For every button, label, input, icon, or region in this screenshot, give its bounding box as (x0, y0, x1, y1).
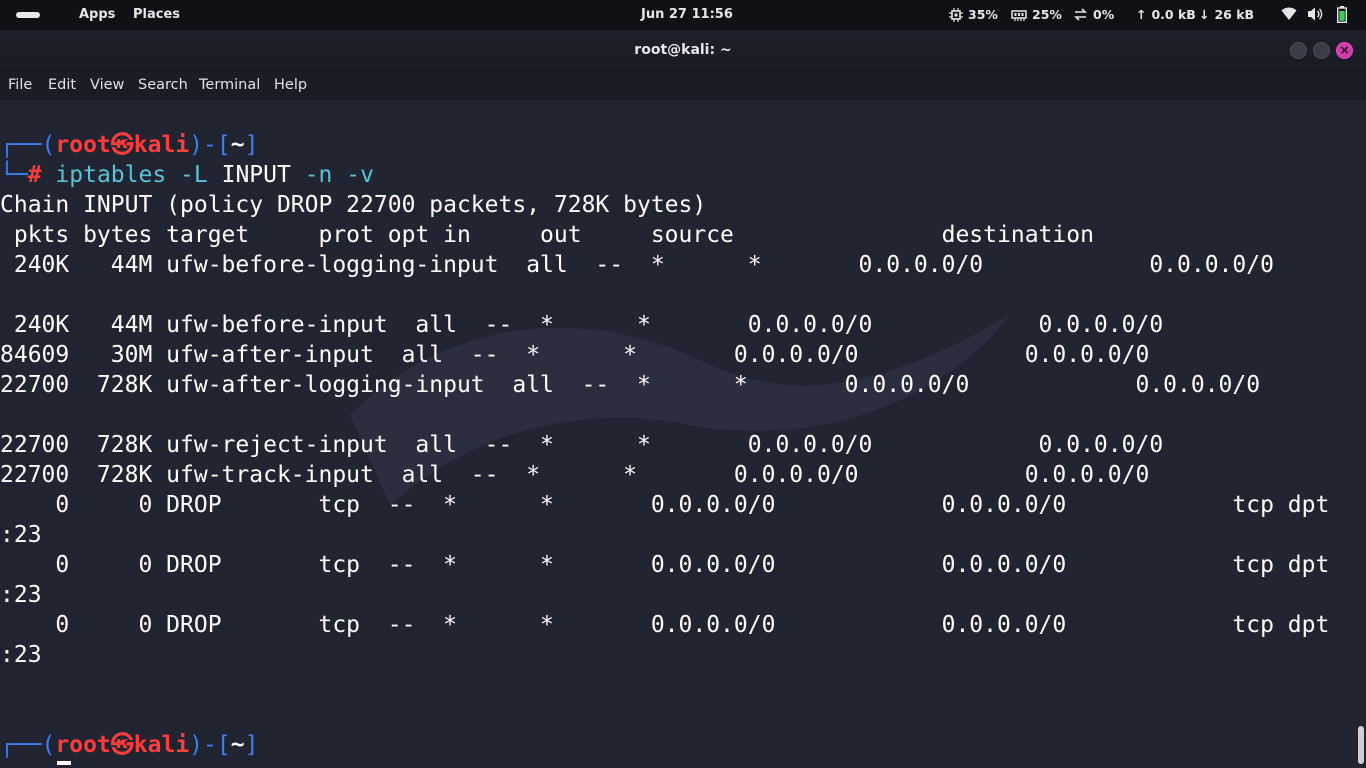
prompt-hash: # (27, 162, 42, 188)
output-line: 22700 728K ufw-track-input all -- * * 0.… (0, 462, 1150, 488)
prompt-box-close: ] (244, 732, 259, 758)
upload-arrow-icon: ↑ (1136, 7, 1147, 22)
prompt-line: ┌──(root㉿kali)-[~] (0, 730, 258, 760)
close-button[interactable]: × (1336, 42, 1353, 59)
memory-value: 25% (1032, 7, 1062, 22)
prompt-box-mid: )-[ (189, 732, 231, 758)
minimize-button[interactable] (1290, 42, 1307, 59)
swap-monitor[interactable]: 0% (1073, 7, 1114, 22)
prompt-cwd: ~ (230, 132, 245, 158)
cpu-icon (949, 7, 963, 22)
menu-bar: File Edit View Search Terminal Help (0, 71, 1366, 100)
download-arrow-icon: ↓ (1199, 7, 1210, 22)
command-name: iptables (55, 162, 167, 188)
terminal-view[interactable]: ┌──(root㉿kali)-[~] └─# iptables -L INPUT… (0, 100, 1366, 768)
output-line: 22700 728K ufw-after-logging-input all -… (0, 372, 1261, 398)
cpu-monitor[interactable]: 35% (949, 7, 998, 22)
prompt-host: kali (133, 732, 190, 758)
output-line: 22700 728K ufw-reject-input all -- * * 0… (0, 432, 1164, 458)
swap-value: 0% (1093, 7, 1115, 22)
menu-terminal[interactable]: Terminal (199, 77, 260, 93)
command-arg-chain: INPUT (221, 162, 291, 188)
output-line: 240K 44M ufw-before-logging-input all --… (0, 252, 1274, 278)
output-line: 0 0 DROP tcp -- * * 0.0.0.0/0 0.0.0.0/0 … (0, 552, 1330, 578)
command-arg-list: -L (166, 162, 222, 188)
prompt-host: kali (133, 132, 190, 158)
cpu-value: 35% (968, 7, 998, 22)
swap-icon (1074, 8, 1087, 21)
top-panel: Apps Places Jun 27 11:56 35% 25% 0% ↑ 0.… (0, 0, 1366, 30)
prompt-cwd: ~ (230, 732, 245, 758)
menu-edit[interactable]: Edit (48, 77, 76, 93)
prompt-box-close: ] (244, 132, 259, 158)
output-line: 84609 30M ufw-after-input all -- * * 0.0… (0, 342, 1150, 368)
prompt-box-mid: )-[ (189, 132, 231, 158)
output-line: :23 (0, 522, 42, 548)
memory-monitor[interactable]: 25% (1011, 7, 1062, 22)
command-arg-flags: -n -v (290, 162, 374, 188)
maximize-button[interactable] (1313, 42, 1330, 59)
download-monitor[interactable]: ↓ 26 kB (1199, 7, 1254, 22)
window-titlebar[interactable]: root@kali: ~ × (0, 30, 1366, 71)
download-value: 26 kB (1214, 7, 1255, 22)
prompt-at-icon: ㉿ (110, 132, 134, 158)
apps-menu[interactable]: Apps (79, 7, 115, 22)
upload-value: 0.0 kB (1151, 7, 1196, 22)
places-menu[interactable]: Places (133, 7, 180, 22)
prompt-at-icon: ㉿ (110, 732, 134, 758)
menu-search[interactable]: Search (138, 77, 188, 93)
output-line: 240K 44M ufw-before-input all -- * * 0.0… (0, 312, 1164, 338)
clock[interactable]: Jun 27 11:56 (641, 7, 733, 22)
output-line: pkts bytes target prot opt in out source… (0, 222, 1094, 248)
output-line: 0 0 DROP tcp -- * * 0.0.0.0/0 0.0.0.0/0 … (0, 612, 1330, 638)
output-line: 0 0 DROP tcp -- * * 0.0.0.0/0 0.0.0.0/0 … (0, 492, 1330, 518)
activities-icon[interactable] (16, 12, 40, 18)
output-line: :23 (0, 642, 42, 668)
prompt-box-open: ┌──( (0, 732, 56, 758)
output-line: :23 (0, 582, 42, 608)
memory-icon (1011, 9, 1027, 21)
battery-icon[interactable] (1337, 6, 1347, 23)
prompt-box-open: ┌──( (0, 132, 56, 158)
prompt-corner: └─ (0, 162, 28, 188)
terminal-scrollbar[interactable] (1358, 726, 1364, 764)
volume-icon[interactable] (1307, 6, 1324, 22)
window-title: root@kali: ~ (634, 42, 732, 58)
output-line: Chain INPUT (policy DROP 22700 packets, … (0, 192, 707, 218)
prompt-line: ┌──(root㉿kali)-[~] (0, 130, 258, 160)
command-line: └─# iptables -L INPUT -n -v (0, 160, 374, 190)
prompt-user: root (55, 132, 111, 158)
close-icon: × (1339, 43, 1350, 57)
menu-help[interactable]: Help (274, 77, 307, 93)
text-cursor (57, 761, 71, 765)
wifi-icon[interactable] (1281, 6, 1297, 22)
menu-file[interactable]: File (8, 77, 32, 93)
menu-view[interactable]: View (90, 77, 124, 93)
prompt-user: root (55, 732, 111, 758)
upload-monitor[interactable]: ↑ 0.0 kB (1136, 7, 1196, 22)
